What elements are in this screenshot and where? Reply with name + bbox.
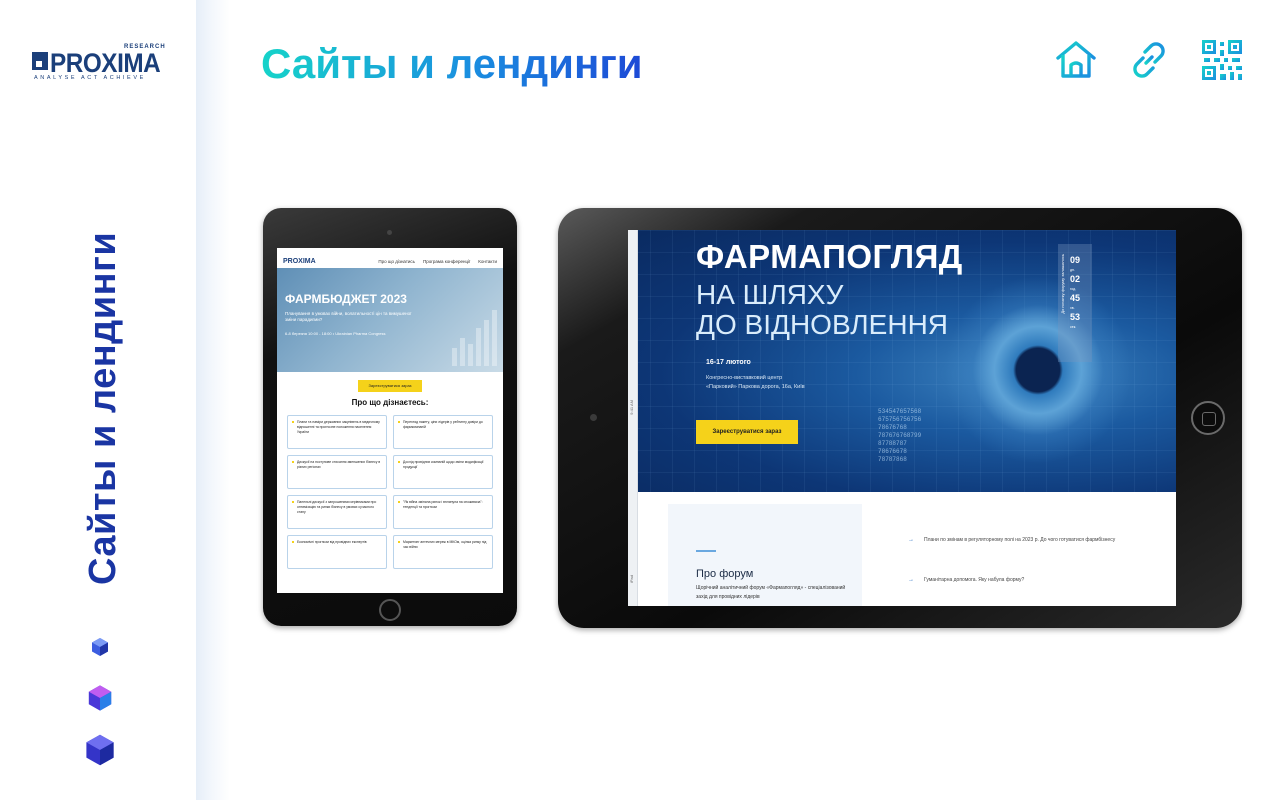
site-logo[interactable]: PROXIMA [283,258,316,265]
digit-row: 787676768799 [878,432,922,439]
qr-code-icon[interactable] [1200,38,1244,82]
topic-card: Маркетинг аптечних мереж в МКОм, оцінка … [393,535,493,569]
hero-bar-graphic [452,310,497,366]
forum-title: ФАРМАПОГЛЯД [696,238,963,275]
agenda-bullet: Плани по змінам в регуляторному полі на … [908,536,1148,545]
home-icon[interactable] [1054,38,1098,82]
countdown-timer: До початку форуму залишилось 09 дн. 02 г… [1058,244,1092,362]
sidebar: PROXIMA RESEARCH ANALYSE ACT ACHIEVE Сай… [0,0,200,800]
landscape-site-screenshot[interactable]: ФАРМАПОГЛЯД НА ШЛЯХУ ДО ВІДНОВЛЕННЯ 16-1… [628,230,1176,606]
vertical-section-title: Сайты и лендинги [82,231,124,585]
hero-banner: ФАРМБЮДЖЕТ 2023 Планування в умовах війн… [277,268,503,372]
agenda-bullet: Гуманітарна допомога. Яку набула форму? [908,576,1148,585]
register-button[interactable]: Зареєструватися зараз [696,420,798,444]
proxima-logo[interactable]: PROXIMA RESEARCH ANALYSE ACT ACHIEVE [32,44,172,86]
small-cube-icon [90,637,110,657]
venue-line: Конгресно-виставковий центр [706,375,783,381]
topic-card: Дослід провідних компаній щодо зміни мод… [393,455,493,489]
countdown-hours: 02 [1070,274,1081,284]
forum-subtitle-line: НА ШЛЯХУ [696,279,844,310]
tablet-camera [387,230,392,235]
topic-card: Дискусії на поступове стисання зменшених… [287,455,387,489]
digit-row: 78676678 [878,448,907,455]
register-button[interactable]: Зареєструватися зараз [358,380,422,392]
digit-row: 87788787 [878,440,907,447]
topic-card: Плани та наміри державних закупівель в м… [287,415,387,449]
digit-row: 78676768 [878,424,907,431]
nav-item[interactable]: Контакти [478,259,497,264]
about-text: Щорічний аналітичний форум «Фармапогляд»… [696,585,846,600]
countdown-minutes: 45 [1070,293,1081,303]
topic-card: Перегляд пакету, ціни лідерів у рейтингу… [393,415,493,449]
about-title: Про форум [696,568,754,580]
portrait-site-screenshot[interactable]: PROXIMA Про що дізнатись Програма конфер… [277,248,503,593]
tablet-home-button [379,599,401,621]
site-nav: PROXIMA Про що дізнатись Програма конфер… [277,254,503,268]
logo-tagline: ANALYSE ACT ACHIEVE [34,75,146,81]
forum-venue: Конгресно-виставковий центр «Парковий» П… [706,374,805,392]
tablet-camera [590,414,597,421]
status-time: 9:41 AM [629,400,634,415]
forum-date: 16-17 лютого [706,359,751,366]
forum-subtitle: НА ШЛЯХУ ДО ВІДНОВЛЕННЯ [696,280,948,340]
nav-item[interactable]: Про що дізнатись [378,259,415,264]
hero-subtitle: Планування в умовах війни, волатильності… [285,311,412,322]
hero-title: ФАРМБЮДЖЕТ 2023 [285,292,407,306]
logo-mark [32,52,48,70]
sidebar-shadow [196,0,230,800]
topic-card: Панельні дискусії з запрошеними керівник… [287,495,387,529]
digit-row: 675756756756 [878,416,922,423]
about-accent-line [696,550,716,552]
about-section: Про форум Щорічний аналітичний форум «Фа… [628,492,1176,606]
forum-subtitle-line: ДО ВІДНОВЛЕННЯ [696,309,949,340]
tablet-home-button [1191,401,1225,435]
page-title: Сайты и лендинги [261,36,643,92]
countdown-seconds: 53 [1070,312,1081,322]
large-cube-icon [83,733,117,767]
landscape-tablet-mockup: ФАРМАПОГЛЯД НА ШЛЯХУ ДО ВІДНОВЛЕННЯ 16-1… [558,208,1242,628]
topic-card: "Як війна змінила ринок і вплинула на сп… [393,495,493,529]
status-bar: 9:41 AM iPad [628,230,638,606]
countdown-label: До початку форуму залишилось [1060,254,1065,314]
portrait-tablet-mockup: PROXIMA Про що дізнатись Програма конфер… [263,208,517,626]
section-title: Про що дізнаєтесь: [351,398,429,407]
countdown-unit: сек. [1070,325,1077,329]
digit-row: 78787868 [878,456,907,463]
topics-grid: Плани та наміри державних закупівель в м… [277,415,503,569]
forum-hero: ФАРМАПОГЛЯД НА ШЛЯХУ ДО ВІДНОВЛЕННЯ 16-1… [628,230,1176,492]
medium-cube-icon [86,684,114,712]
venue-line: «Парковий» Паркова дорога, 16а, Київ [706,384,805,390]
hero-eye-graphic [928,260,1148,480]
countdown-days: 09 [1070,255,1081,265]
decorative-digits: 534547657568 675756756756 78676768 78767… [878,408,921,464]
logo-superscript: RESEARCH [124,44,166,50]
nav-item[interactable]: Програма конференції [423,259,470,264]
link-icon[interactable] [1127,38,1171,82]
status-device: iPad [629,575,634,584]
topic-card: Економічні прогнози від провідних експер… [287,535,387,569]
digit-row: 534547657568 [878,408,922,415]
